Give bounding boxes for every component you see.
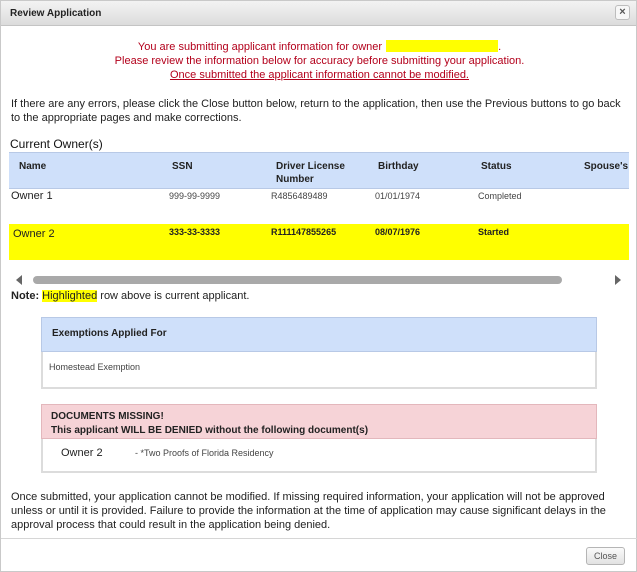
notice-line-1: You are submitting applicant information… <box>137 41 383 53</box>
documents-missing-header: DOCUMENTS MISSING! This applicant WILL B… <box>41 404 597 439</box>
note-label: Note: <box>11 290 40 302</box>
submission-notice: You are submitting applicant information… <box>1 40 637 82</box>
column-header-status: Status <box>481 161 512 172</box>
notice-line-3: Once submitted the applicant information… <box>169 69 469 81</box>
ssn-cell: 999-99-9999 <box>169 191 221 201</box>
column-header-spouse: Spouse's <box>584 161 629 172</box>
footer-divider <box>1 538 637 539</box>
documents-missing-warning: This applicant WILL BE DENIED without th… <box>51 425 369 436</box>
owner-name-highlight <box>386 40 499 52</box>
close-button[interactable]: Close <box>586 547 625 565</box>
table-row[interactable]: Owner 1 999-99-9999 R4856489489 01/01/19… <box>9 189 629 213</box>
column-header-ssn: SSN <box>172 161 193 172</box>
license-cell: R111147855265 <box>271 227 337 237</box>
birthday-cell: 08/07/1976 <box>375 227 421 237</box>
review-application-dialog: Review Application × You are submitting … <box>0 0 637 572</box>
status-cell: Completed <box>478 191 522 201</box>
correction-instructions: If there are any errors, please click th… <box>11 98 621 124</box>
scroll-left-arrow-icon[interactable] <box>16 275 22 285</box>
license-cell: R4856489489 <box>271 191 328 201</box>
current-owners-title: Current Owner(s) <box>10 137 103 151</box>
close-icon[interactable]: × <box>615 5 630 20</box>
dialog-title: Review Application <box>10 8 102 19</box>
note-highlight: Highlighted <box>42 290 98 302</box>
owners-table-header: Name SSN Driver License Number Birthday … <box>9 152 629 189</box>
exemptions-header: Exemptions Applied For <box>41 317 597 352</box>
submission-disclaimer: Once submitted, your application cannot … <box>11 491 606 531</box>
scrollbar-thumb[interactable] <box>33 276 562 284</box>
current-applicant-note: Note: Highlighted row above is current a… <box>11 290 249 302</box>
owner-name-cell: Owner 1 <box>11 190 53 202</box>
ssn-cell: 333-33-3333 <box>169 227 221 237</box>
exemptions-list: Homestead Exemption <box>41 352 597 389</box>
column-header-name: Name <box>19 161 47 172</box>
missing-document-owner: Owner 2 <box>61 447 103 459</box>
documents-missing-list: Owner 2 - *Two Proofs of Florida Residen… <box>41 439 597 473</box>
table-horizontal-scrollbar[interactable] <box>9 274 629 286</box>
birthday-cell: 01/01/1974 <box>375 191 421 201</box>
note-text: row above is current applicant. <box>97 290 250 302</box>
notice-line-1-suffix: . <box>498 41 502 53</box>
scroll-right-arrow-icon[interactable] <box>615 275 621 285</box>
column-header-birthday: Birthday <box>378 161 419 172</box>
owners-table: Name SSN Driver License Number Birthday … <box>9 152 629 260</box>
dialog-titlebar: Review Application × <box>1 1 636 26</box>
table-row-current-applicant[interactable]: Owner 2 333-33-3333 R111147855265 08/07/… <box>9 224 629 260</box>
exemptions-heading: Exemptions Applied For <box>52 328 167 339</box>
documents-missing-title: DOCUMENTS MISSING! <box>51 411 164 422</box>
owner-name-cell: Owner 2 <box>13 228 55 240</box>
missing-document-item: - *Two Proofs of Florida Residency <box>135 448 274 458</box>
column-header-license: Driver License Number <box>276 161 345 185</box>
status-cell: Started <box>478 227 510 237</box>
notice-line-2: Please review the information below for … <box>114 55 525 67</box>
exemption-item: Homestead Exemption <box>49 362 141 372</box>
